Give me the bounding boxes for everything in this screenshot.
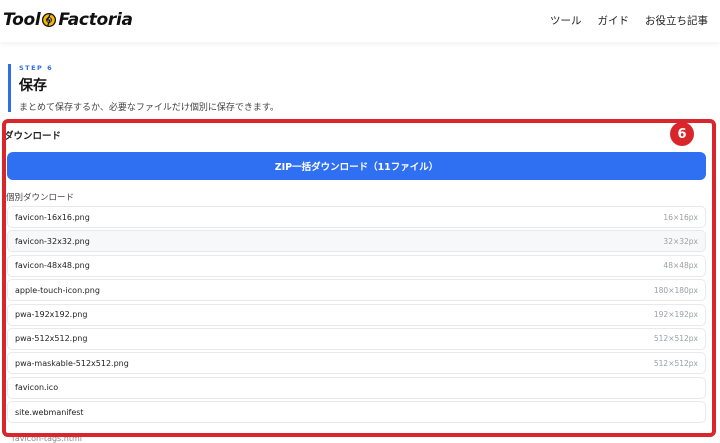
cut-off-file-row[interactable]: favicon-tags.html: [12, 434, 82, 443]
file-row[interactable]: favicon.ico: [7, 376, 706, 399]
step-title: 保存: [19, 78, 47, 94]
download-section-title: ダウンロード: [4, 131, 62, 142]
nav-articles[interactable]: お役立ち記事: [645, 13, 708, 28]
logo-text-factoria: Factoria: [58, 10, 133, 30]
file-row[interactable]: site.webmanifest: [7, 401, 706, 424]
file-name: apple-touch-icon.png: [15, 285, 100, 295]
annotation-step-badge: 6: [670, 122, 694, 146]
main-nav: ツール ガイド お役立ち記事: [550, 13, 708, 28]
step-description: まとめて保存するか、必要なファイルだけ個別に保存できます。: [19, 103, 279, 113]
file-name: favicon-16x16.png: [15, 212, 90, 222]
file-size: 48×48px: [663, 261, 698, 271]
file-size: 512×512px: [653, 358, 698, 368]
nav-tools[interactable]: ツール: [550, 13, 582, 28]
logo-text-tool: Tool: [3, 10, 41, 30]
file-row[interactable]: favicon-32x32.png 32×32px: [7, 230, 706, 253]
file-row[interactable]: apple-touch-icon.png 180×180px: [7, 279, 706, 302]
file-name: pwa-maskable-512x512.png: [15, 358, 129, 368]
file-size: 180×180px: [653, 285, 698, 295]
file-list: favicon-16x16.png 16×16px favicon-32x32.…: [7, 206, 706, 426]
file-size: 32×32px: [663, 236, 698, 246]
file-name: favicon.ico: [15, 383, 59, 393]
site-header: Tool Factoria ツール ガイド お役立ち記事: [0, 0, 720, 42]
file-row[interactable]: pwa-maskable-512x512.png 512×512px: [7, 352, 706, 375]
file-row[interactable]: favicon-48x48.png 48×48px: [7, 254, 706, 277]
file-name: site.webmanifest: [15, 407, 84, 417]
zip-download-button[interactable]: ZIP一括ダウンロード（11ファイル）: [7, 152, 706, 180]
file-name: pwa-192x192.png: [15, 310, 88, 320]
file-row[interactable]: pwa-192x192.png 192×192px: [7, 303, 706, 326]
step-label: STEP 6: [19, 64, 54, 72]
site-logo[interactable]: Tool Factoria: [3, 9, 133, 31]
file-size: 192×192px: [653, 310, 698, 320]
file-row[interactable]: pwa-512x512.png 512×512px: [7, 327, 706, 350]
file-name: favicon-32x32.png: [15, 236, 90, 246]
file-name: favicon-48x48.png: [15, 261, 90, 271]
file-row[interactable]: favicon-16x16.png 16×16px: [7, 206, 706, 228]
file-name: pwa-512x512.png: [15, 334, 88, 344]
step-heading: STEP 6 保存 まとめて保存するか、必要なファイルだけ個別に保存できます。: [8, 64, 279, 113]
nav-guide[interactable]: ガイド: [598, 13, 630, 28]
individual-download-label: 個別ダウンロード: [6, 193, 75, 203]
file-size: 16×16px: [663, 212, 698, 222]
gear-icon: [42, 12, 57, 28]
file-size: 512×512px: [653, 334, 698, 344]
